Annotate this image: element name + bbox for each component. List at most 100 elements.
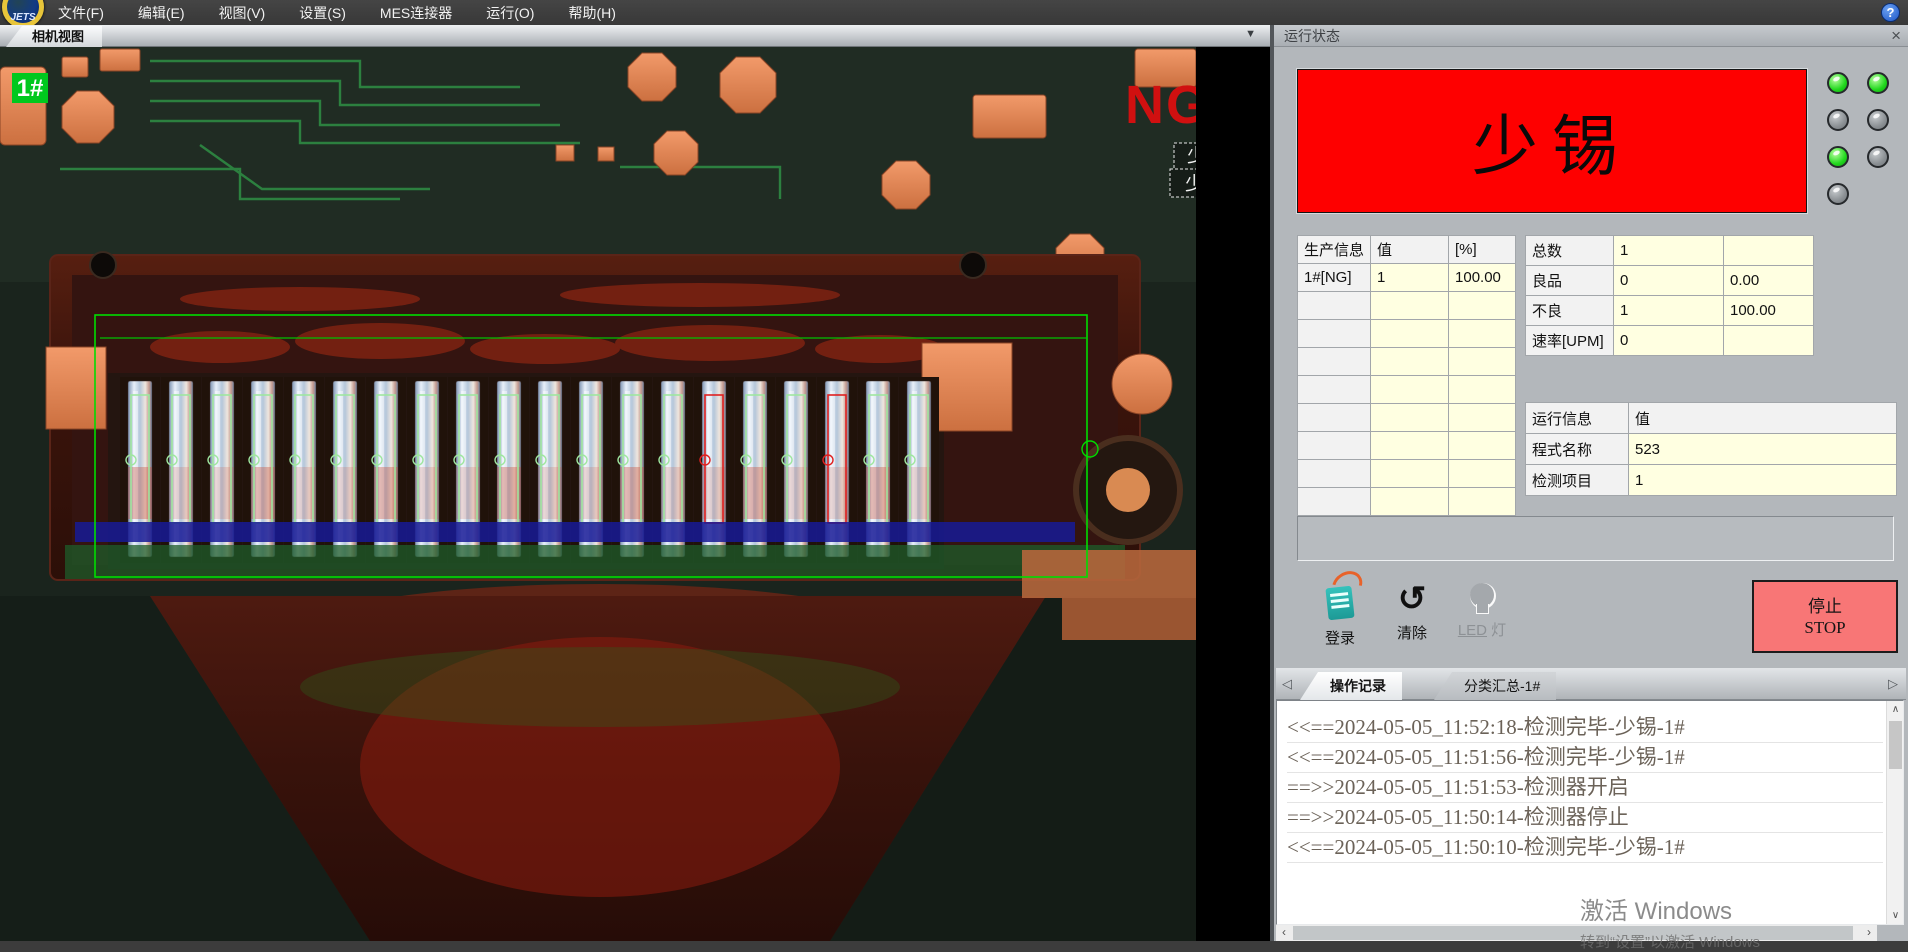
table-row: 不良 1 100.00 [1526, 296, 1814, 326]
menu-settings[interactable]: 设置(S) [299, 3, 346, 23]
defect-banner: 少锡 [1297, 69, 1807, 213]
camera-number-badge: 1# [12, 73, 48, 103]
id-badge-icon [1325, 586, 1354, 621]
cell: 速率[UPM] [1526, 326, 1614, 356]
cell: 1 [1614, 296, 1724, 326]
table-row [1298, 460, 1516, 488]
cell [1724, 326, 1814, 356]
log-entry: <<==2024-05-05_11:52:18-检测完毕-少锡-1# [1287, 713, 1883, 743]
cell: 不良 [1526, 296, 1614, 326]
table-row: 1#[NG] 1 100.00 [1298, 264, 1516, 292]
table-row [1298, 488, 1516, 516]
defect-label-2: 少锡 [1185, 173, 1196, 195]
scroll-right-icon[interactable]: › [1861, 925, 1877, 941]
stop-label-cn: 停止 [1808, 596, 1842, 617]
cell: 总数 [1526, 236, 1614, 266]
menu-bar: JETS 文件(F) 编辑(E) 视图(V) 设置(S) MES连接器 运行(O… [0, 0, 1908, 25]
led-grid [1827, 72, 1889, 205]
cell: 1 [1629, 465, 1897, 496]
clear-button[interactable]: ↺ 清除 [1380, 577, 1444, 661]
cell: 0 [1614, 266, 1724, 296]
cell: 523 [1629, 434, 1897, 465]
scrollbar-thumb[interactable] [1889, 721, 1902, 769]
run-info-table: 运行信息 值 程式名称 523 检测项目 1 [1525, 402, 1897, 496]
status-led-on [1827, 146, 1849, 168]
led-label: LED 灯 [1458, 619, 1506, 640]
status-led-off [1867, 109, 1889, 131]
table-row: 速率[UPM] 0 [1526, 326, 1814, 356]
run-status-panel: 运行状态 × 少锡 生产信息 值 [%] 1#[NG] 1 100.00 [1274, 25, 1908, 941]
status-led-on [1827, 72, 1849, 94]
status-led-off [1827, 183, 1849, 205]
table-row [1298, 376, 1516, 404]
help-icon[interactable]: ? [1881, 3, 1900, 22]
clear-label: 清除 [1397, 622, 1427, 643]
cell: 0.00 [1724, 266, 1814, 296]
table-row [1298, 292, 1516, 320]
col-header: 值 [1629, 403, 1897, 434]
cell: 100.00 [1724, 296, 1814, 326]
chevron-down-icon[interactable]: ▼ [1245, 28, 1256, 40]
menu-help[interactable]: 帮助(H) [568, 3, 615, 23]
menu-view[interactable]: 视图(V) [219, 3, 266, 23]
scroll-down-icon[interactable]: ∨ [1887, 907, 1904, 924]
menu-run[interactable]: 运行(O) [486, 3, 534, 23]
cell: 1 [1614, 236, 1724, 266]
table-row [1298, 432, 1516, 460]
cell: 1#[NG] [1298, 264, 1371, 292]
cell: 100.00 [1449, 264, 1516, 292]
table-header-row: 运行信息 值 [1526, 403, 1897, 434]
cell: 良品 [1526, 266, 1614, 296]
col-header: 运行信息 [1526, 403, 1629, 434]
tab-class-summary[interactable]: 分类汇总-1# [1434, 672, 1556, 700]
table-row: 总数 1 [1526, 236, 1814, 266]
login-button[interactable]: 登录 [1308, 577, 1372, 661]
table-row: 程式名称 523 [1526, 434, 1897, 465]
status-led-off [1867, 146, 1889, 168]
log-tabstrip: ◁ 操作记录 分类汇总-1# ▷ [1276, 668, 1906, 700]
camera-tabstrip: 相机视图 ▼ [0, 25, 1270, 47]
horizontal-scrollbar[interactable]: ‹ › [1276, 925, 1877, 941]
message-box [1297, 516, 1894, 561]
menu-mes-connector[interactable]: MES连接器 [380, 3, 452, 23]
status-led-on [1867, 72, 1889, 94]
cell [1724, 236, 1814, 266]
production-table: 生产信息 值 [%] 1#[NG] 1 100.00 [1297, 235, 1516, 516]
scrollbar-thumb[interactable] [1293, 926, 1853, 940]
scroll-up-icon[interactable]: ∧ [1887, 701, 1904, 718]
application-window: JETS 文件(F) 编辑(E) 视图(V) 设置(S) MES连接器 运行(O… [0, 0, 1908, 941]
vertical-scrollbar[interactable]: ∧ ∨ [1886, 701, 1903, 924]
col-header: [%] [1449, 236, 1516, 264]
log-entry: ==>>2024-05-05_11:51:53-检测器开启 [1287, 773, 1883, 803]
log-entry: <<==2024-05-05_11:51:56-检测完毕-少锡-1# [1287, 743, 1883, 773]
log-entry: ==>>2024-05-05_11:50:14-检测器停止 [1287, 803, 1883, 833]
tab-scroll-right-icon[interactable]: ▷ [1888, 676, 1898, 692]
table-row [1298, 348, 1516, 376]
tab-operation-log[interactable]: 操作记录 [1300, 672, 1402, 700]
camera-label: 1# [17, 75, 44, 102]
table-row [1298, 320, 1516, 348]
clear-arrow-icon: ↺ [1398, 579, 1427, 619]
stop-button[interactable]: 停止 STOP [1752, 580, 1898, 653]
tab-camera-view[interactable]: 相机视图 [6, 26, 102, 47]
log-entry: <<==2024-05-05_11:50:10-检测完毕-少锡-1# [1287, 833, 1883, 863]
table-header-row: 生产信息 值 [%] [1298, 236, 1516, 264]
cell: 程式名称 [1526, 434, 1629, 465]
table-row: 检测项目 1 [1526, 465, 1897, 496]
stop-label-en: STOP [1804, 617, 1845, 638]
status-led-off [1827, 109, 1849, 131]
scroll-left-icon[interactable]: ‹ [1276, 925, 1292, 941]
col-header: 值 [1371, 236, 1449, 264]
statistics-table: 总数 1 良品 0 0.00 不良 1 100.00 速率[UPM] 0 [1525, 235, 1814, 356]
login-label: 登录 [1325, 627, 1355, 648]
cell: 1 [1371, 264, 1449, 292]
camera-image-area: 1# NG 少锡 少锡 [0, 47, 1270, 941]
panel-title: 运行状态 [1274, 25, 1908, 47]
tab-scroll-left-icon[interactable]: ◁ [1282, 676, 1292, 692]
operation-log-panel: <<==2024-05-05_11:52:18-检测完毕-少锡-1# <<==2… [1276, 700, 1904, 925]
menu-file[interactable]: 文件(F) [58, 3, 104, 23]
led-light-button[interactable]: LED 灯 [1450, 577, 1514, 661]
menu-edit[interactable]: 编辑(E) [138, 3, 185, 23]
close-icon[interactable]: × [1891, 25, 1901, 47]
result-ng-label: NG [1125, 75, 1196, 135]
